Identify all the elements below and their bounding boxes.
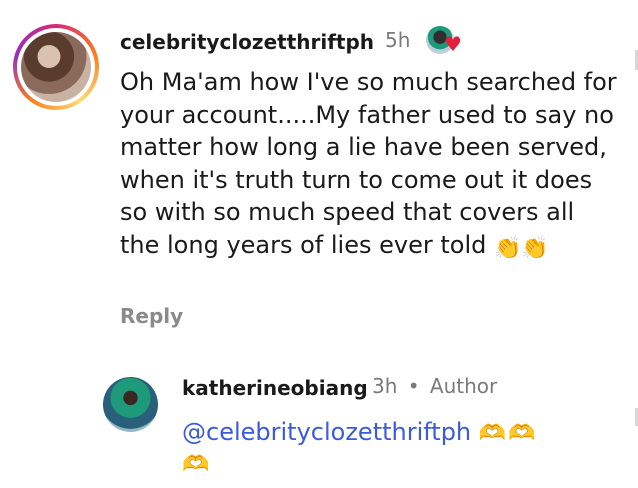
heart-hands-icon: 🫶🫶	[478, 421, 538, 446]
reply-button[interactable]: Reply	[120, 304, 183, 328]
reply-username[interactable]: katherineobiang	[182, 376, 368, 400]
reply-body: @celebrityclozetthriftph 🫶🫶	[182, 418, 538, 446]
heart-icon: ♥	[444, 32, 462, 56]
comment-text: Oh Ma'am how I've so much searched for y…	[120, 68, 617, 259]
mention-link[interactable]: @celebrityclozetthriftph	[182, 418, 471, 446]
commenter-avatar[interactable]	[13, 24, 99, 110]
heart-hands-icon-2: 🫶	[182, 452, 212, 477]
comment-body: Oh Ma'am how I've so much searched for y…	[120, 66, 620, 265]
comment-timestamp: 5h	[385, 28, 411, 52]
clapping-hands-icon: 👏👏	[493, 235, 549, 261]
author-badge: Author	[429, 374, 498, 398]
meta-separator: •	[407, 374, 420, 398]
commenter-username[interactable]: celebrityclozetthriftph	[120, 30, 374, 54]
reply-author-avatar[interactable]	[103, 377, 158, 432]
reply-timestamp: 3h	[372, 374, 398, 398]
